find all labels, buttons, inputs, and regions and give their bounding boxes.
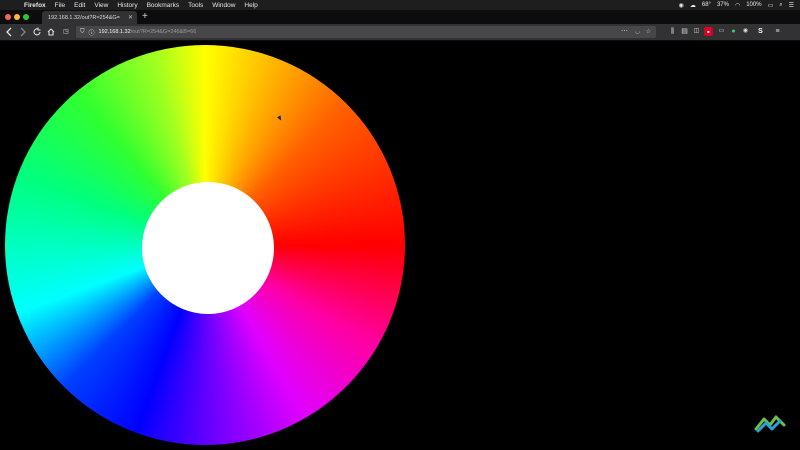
battery-icon[interactable]: ▭ <box>768 2 774 9</box>
bookmark-star-icon[interactable]: ☆ <box>646 28 651 35</box>
dev-tools-icon[interactable]: ◳ <box>60 26 72 38</box>
color-wheel-center <box>142 182 274 314</box>
tab-active[interactable]: 192.168.1.32/out?R=254&G=246&B=66 ✕ <box>42 11 137 24</box>
sidebar-icon[interactable]: ▤ <box>680 27 689 36</box>
menu-window[interactable]: Window <box>212 2 235 9</box>
url-host: 192.168.1.32 <box>98 29 131 35</box>
shield-icon[interactable]: ⛉ <box>80 29 85 36</box>
pocket-icon[interactable]: ◡ <box>635 28 640 35</box>
new-tab-button[interactable]: + <box>142 11 148 23</box>
screenshot-icon[interactable]: ◫ <box>692 27 701 36</box>
search-icon[interactable]: ⌕ <box>779 2 782 9</box>
weather-icon[interactable]: ☁ <box>690 2 696 9</box>
instructables-logo-icon <box>754 413 786 438</box>
menu-help[interactable]: Help <box>244 2 257 9</box>
macos-menubar: Firefox File Edit View History Bookmarks… <box>0 0 800 10</box>
extension-green-icon[interactable]: ● <box>729 27 738 36</box>
menu-view[interactable]: View <box>94 2 108 9</box>
status-area: ◉ ☁ 68° 37% ◠ 100% ▭ ⌕ ☰ <box>679 0 794 10</box>
url-path: /out?R=254&G=246&B=66 <box>130 29 197 35</box>
temperature-label[interactable]: 68° <box>702 2 711 8</box>
page-content <box>0 41 800 450</box>
extension-gray-icon[interactable]: ◉ <box>741 27 750 36</box>
home-icon[interactable] <box>46 26 56 38</box>
menu-app-name[interactable]: Firefox <box>24 2 46 9</box>
minimize-window-button[interactable] <box>14 14 20 20</box>
maximize-window-button[interactable] <box>23 14 29 20</box>
extension-window-icon[interactable]: ▭ <box>717 27 726 36</box>
extension-s-icon[interactable]: S <box>756 27 765 36</box>
tab-title: 192.168.1.32/out?R=254&G=246&B=66 <box>48 14 120 21</box>
reload-icon[interactable] <box>32 26 42 38</box>
menu-edit[interactable]: Edit <box>74 2 85 9</box>
lock-icon[interactable]: ⓘ <box>89 28 95 37</box>
page-actions-icon[interactable]: ⋯ <box>621 27 628 35</box>
menu-file[interactable]: File <box>55 2 65 9</box>
menu-history[interactable]: History <box>117 2 137 9</box>
menu-icon[interactable]: ≡ <box>773 27 782 36</box>
url-bar[interactable]: ⛉ ⓘ 192.168.1.32/out?R=254&G=246&B=66 ⋯ … <box>76 26 656 38</box>
library-icon[interactable]: ⫼ <box>668 27 677 36</box>
battery-percent[interactable]: 37% <box>717 2 729 8</box>
navigation-bar: ◳ ⛉ ⓘ 192.168.1.32/out?R=254&G=246&B=66 … <box>0 24 800 41</box>
menu-tools[interactable]: Tools <box>188 2 203 9</box>
close-window-button[interactable] <box>5 14 11 20</box>
forward-icon[interactable] <box>18 26 28 38</box>
control-center-icon[interactable]: ☰ <box>789 2 794 9</box>
color-wheel[interactable] <box>5 45 405 445</box>
back-icon[interactable] <box>4 26 14 38</box>
tab-strip: 192.168.1.32/out?R=254&G=246&B=66 ✕ + <box>0 10 800 24</box>
close-tab-icon[interactable]: ✕ <box>128 14 133 21</box>
menu-bookmarks[interactable]: Bookmarks <box>147 2 180 9</box>
wifi-icon[interactable]: ◠ <box>735 2 740 9</box>
extension-red-icon[interactable]: ■ <box>704 27 713 36</box>
volume-percent[interactable]: 100% <box>746 2 761 8</box>
record-icon[interactable]: ◉ <box>679 2 684 9</box>
